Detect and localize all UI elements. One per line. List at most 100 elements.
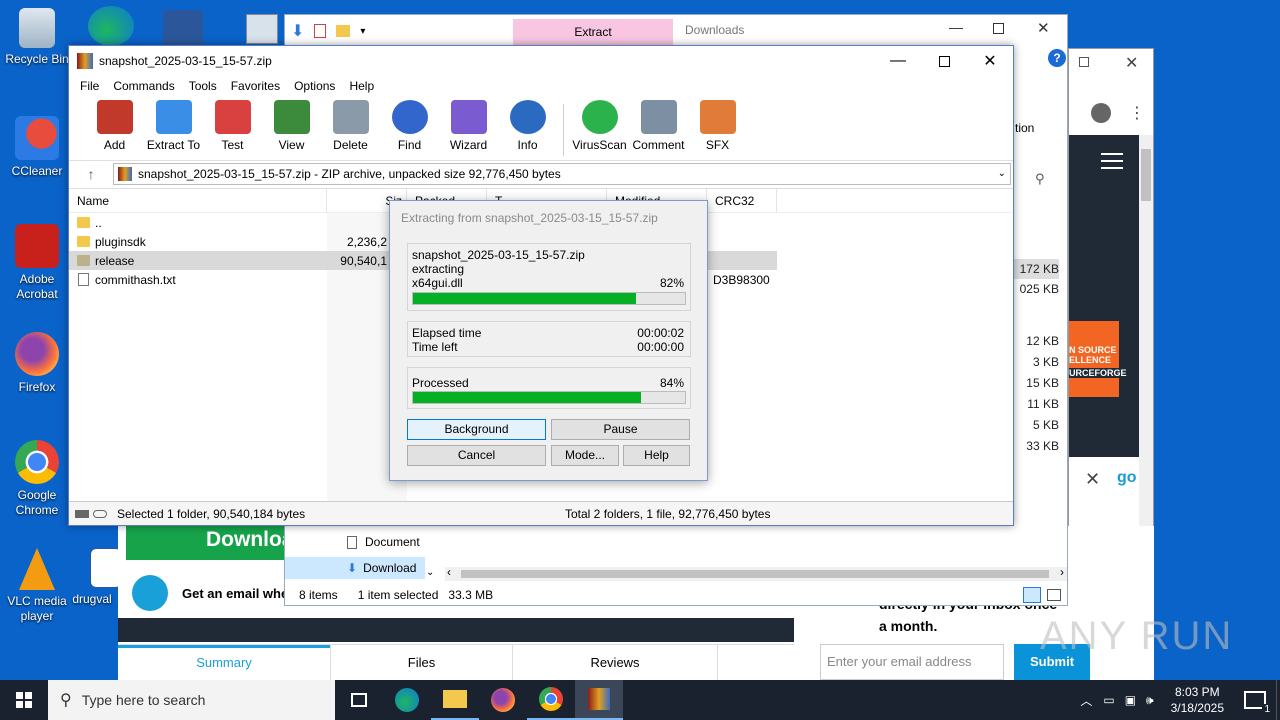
comment-button[interactable]: Comment xyxy=(629,96,688,152)
menu-tools[interactable]: Tools xyxy=(182,79,224,93)
extract-to-button[interactable]: Extract To xyxy=(144,96,203,152)
start-button[interactable] xyxy=(0,680,48,720)
up-arrow-icon[interactable]: ↑ xyxy=(69,166,113,182)
tray-chevron-up-icon[interactable]: ︿ xyxy=(1074,692,1098,709)
explorer-window-title: Downloads xyxy=(685,23,745,37)
desktop-icon-label: Firefox xyxy=(18,380,56,394)
image-desktop-icon[interactable] xyxy=(246,14,278,44)
maximize-icon[interactable] xyxy=(921,46,967,76)
kebab-menu-icon[interactable]: ⋮ xyxy=(1129,103,1145,123)
desktop-icon-recycle-bin[interactable]: Recycle Bin xyxy=(1,8,73,67)
help-icon[interactable]: ? xyxy=(1048,49,1066,67)
menu-commands[interactable]: Commands xyxy=(106,79,181,93)
explorer-minimize-icon[interactable]: — xyxy=(949,19,963,35)
elapsed-value: 00:00:02 xyxy=(637,326,684,340)
delete-button[interactable]: Delete xyxy=(321,96,380,152)
menu-favorites[interactable]: Favorites xyxy=(224,79,287,93)
browser-restore-icon[interactable] xyxy=(1079,57,1089,67)
mode-button[interactable]: Mode... xyxy=(551,445,619,466)
info-button[interactable]: Info xyxy=(498,96,557,152)
pause-button[interactable]: Pause xyxy=(551,419,690,440)
scroll-left-icon[interactable]: ‹ xyxy=(447,565,451,579)
background-button[interactable]: Background xyxy=(407,419,546,440)
tiles-view-icon[interactable] xyxy=(1047,589,1061,601)
add-button[interactable]: Add xyxy=(85,96,144,152)
edge-desktop-icon[interactable] xyxy=(88,6,134,46)
explorer-close-icon[interactable]: ✕ xyxy=(1037,19,1050,37)
tool-label: Add xyxy=(103,138,126,152)
desktop-icon-ccleaner[interactable]: CCleaner xyxy=(1,116,73,179)
winrar-title-bar[interactable]: snapshot_2025-03-15_15-57.zip — ✕ xyxy=(69,46,1013,76)
view-button[interactable]: View xyxy=(262,96,321,152)
dialog-title[interactable]: Extracting from snapshot_2025-03-15_15-5… xyxy=(390,201,707,235)
network-icon[interactable]: ▣ xyxy=(1120,693,1141,707)
archive-name: snapshot_2025-03-15_15-57.zip xyxy=(412,248,585,262)
find-button[interactable]: Find xyxy=(380,96,439,152)
browser-close-icon[interactable]: ✕ xyxy=(1125,53,1138,73)
chevron-down-icon[interactable]: ⌄ xyxy=(998,168,1006,179)
chevron-down-icon[interactable]: ▾ xyxy=(360,26,365,37)
details-view-icon[interactable] xyxy=(1023,587,1041,603)
winrar-app-icon xyxy=(77,53,93,69)
wizard-button[interactable]: Wizard xyxy=(439,96,498,152)
properties-icon[interactable] xyxy=(314,24,327,38)
test-button[interactable]: Test xyxy=(203,96,262,152)
taskbar-file-explorer[interactable] xyxy=(431,680,479,720)
nav-scroll-down-icon[interactable]: ⌄ xyxy=(426,567,434,578)
ribbon-tab-extract[interactable]: Extract xyxy=(513,19,673,45)
current-file: x64gui.dll xyxy=(412,276,463,290)
taskbar-winrar[interactable] xyxy=(575,680,623,720)
system-tray: ︿ ▭ ▣ 🕪 8:03 PM 3/18/2025 1 xyxy=(1074,680,1280,720)
hamburger-menu-icon[interactable] xyxy=(1101,153,1123,169)
menu-help[interactable]: Help xyxy=(342,79,381,93)
scroll-right-icon[interactable]: › xyxy=(1060,565,1064,579)
download-banner[interactable]: Downloa xyxy=(126,526,292,560)
taskbar-search-box[interactable]: ⚲ Type here to search xyxy=(48,680,335,720)
nav-item-downloads[interactable]: ⬇ Download xyxy=(285,557,425,579)
task-view-button[interactable] xyxy=(335,680,383,720)
search-icon[interactable]: ⚲ xyxy=(1035,171,1045,187)
tab-files[interactable]: Files xyxy=(330,645,512,680)
taskbar-chrome[interactable] xyxy=(527,680,575,720)
volume-icon[interactable]: 🕪 xyxy=(1141,693,1159,708)
toolbar-separator xyxy=(563,104,564,156)
desktop-icon-chrome[interactable]: Google Chrome xyxy=(1,440,73,518)
desktop-icon-vlc[interactable]: VLC media player xyxy=(1,548,73,624)
explorer-maximize-icon[interactable] xyxy=(993,23,1004,34)
popup-close-icon[interactable]: ✕ xyxy=(1085,469,1100,490)
menu-options[interactable]: Options xyxy=(287,79,342,93)
nav-item-documents[interactable]: Document xyxy=(347,535,420,549)
tab-reviews[interactable]: Reviews xyxy=(512,645,718,680)
down-arrow-icon[interactable]: ⬇ xyxy=(291,21,304,41)
cancel-button[interactable]: Cancel xyxy=(407,445,546,466)
nav-item-label: Document xyxy=(365,535,420,549)
desktop-icon-firefox[interactable]: Firefox xyxy=(1,332,73,395)
virusscan-button[interactable]: VirusScan xyxy=(570,96,629,152)
close-icon[interactable]: ✕ xyxy=(967,46,1013,76)
column-crc32[interactable]: CRC32 xyxy=(707,188,777,213)
archive-path-box[interactable]: snapshot_2025-03-15_15-57.zip - ZIP arch… xyxy=(113,162,1011,185)
desktop-icon-adobe-acrobat[interactable]: Adobe Acrobat xyxy=(1,224,73,302)
file-size: 90,540,1 xyxy=(340,253,387,268)
nav-item-label: Download xyxy=(363,561,417,575)
help-button[interactable]: Help xyxy=(623,445,690,466)
tab-summary[interactable]: Summary xyxy=(118,645,330,680)
column-name[interactable]: Name xyxy=(69,188,327,213)
profile-avatar-icon[interactable] xyxy=(1091,103,1111,123)
menu-file[interactable]: File xyxy=(73,79,106,93)
minimize-icon[interactable]: — xyxy=(875,46,921,76)
sfx-button[interactable]: SFX xyxy=(688,96,747,152)
show-desktop-button[interactable] xyxy=(1276,680,1280,720)
tray-device-icon[interactable]: ▭ xyxy=(1098,693,1119,707)
taskbar-edge[interactable] xyxy=(383,680,431,720)
notification-center-icon[interactable]: 1 xyxy=(1244,691,1272,715)
word-desktop-icon[interactable] xyxy=(163,10,203,46)
email-input[interactable]: Enter your email address xyxy=(820,644,1004,680)
status-total: Total 2 folders, 1 file, 92,776,450 byte… xyxy=(565,506,771,521)
taskbar-firefox[interactable] xyxy=(479,680,527,720)
horizontal-scrollbar[interactable]: ‹ › xyxy=(445,565,1067,581)
taskbar-clock[interactable]: 8:03 PM 3/18/2025 xyxy=(1159,684,1236,716)
new-folder-icon[interactable] xyxy=(336,25,351,37)
ribbon-partial-label: tion xyxy=(1015,121,1035,135)
download-banner-label: Downloa xyxy=(206,528,292,551)
